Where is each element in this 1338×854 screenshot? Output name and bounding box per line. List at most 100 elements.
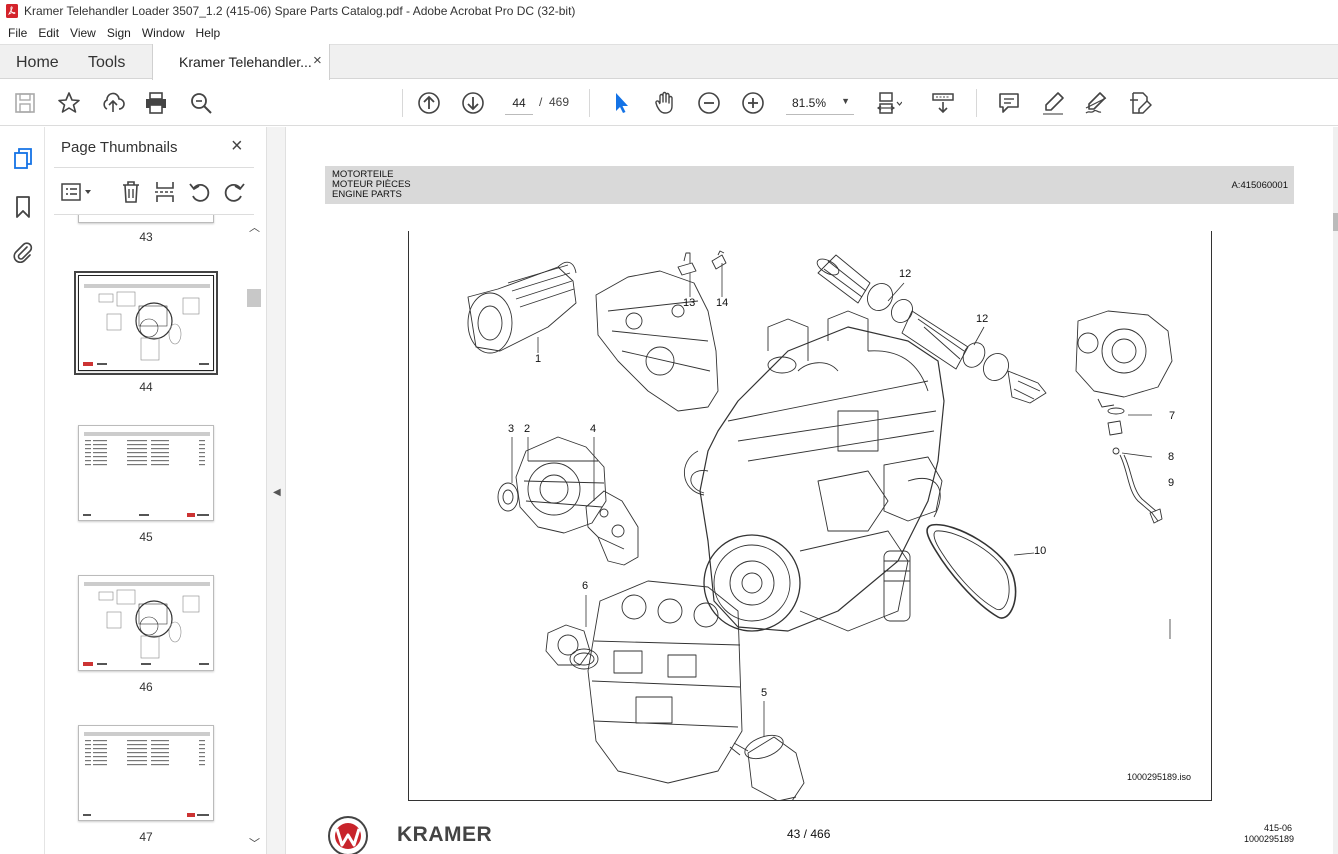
brand-name: KRAMER bbox=[397, 823, 493, 846]
tab-document-label: Kramer Telehandler... bbox=[179, 54, 312, 70]
tab-tools[interactable]: Tools bbox=[88, 54, 125, 72]
drawing-id: 1000295189.iso bbox=[1127, 772, 1192, 782]
document-viewer[interactable]: MOTORTEILE MOTEUR PIÈCES ENGINE PARTS A:… bbox=[287, 127, 1338, 854]
thumbnail-label: 47 bbox=[139, 830, 153, 844]
callout-4: 4 bbox=[590, 423, 597, 435]
scrollbar-thumb[interactable] bbox=[247, 289, 261, 307]
thumbnail-scrollbar[interactable]: ︿ ﹀ bbox=[247, 217, 263, 854]
zoom-value: 81.5% bbox=[792, 96, 827, 110]
next-page-icon[interactable] bbox=[460, 90, 486, 116]
toolbar-divider bbox=[976, 89, 977, 117]
oil-pipe-parts bbox=[1107, 407, 1163, 524]
highlight-pen-icon[interactable] bbox=[1040, 90, 1066, 116]
window-title: Kramer Telehandler Loader 3507_1.2 (415-… bbox=[24, 4, 576, 18]
rotate-right-icon[interactable] bbox=[222, 180, 246, 204]
starter-motor-part bbox=[467, 261, 577, 354]
bookmark-star-icon[interactable] bbox=[56, 90, 82, 116]
extract-page-icon[interactable] bbox=[154, 180, 176, 204]
callout-2: 2 bbox=[524, 423, 531, 435]
save-icon[interactable] bbox=[12, 90, 38, 116]
comment-icon[interactable] bbox=[996, 90, 1022, 116]
edit-pdf-icon[interactable] bbox=[1127, 90, 1153, 116]
page-separator: / bbox=[539, 95, 543, 109]
panel-title: Page Thumbnails bbox=[61, 139, 178, 156]
page-thumbnail-47[interactable] bbox=[78, 725, 214, 821]
engine-block-assembly bbox=[683, 310, 945, 632]
pdf-page: MOTORTEILE MOTEUR PIÈCES ENGINE PARTS A:… bbox=[287, 127, 1333, 854]
turbocharger-part bbox=[1075, 310, 1173, 408]
zoom-search-icon[interactable] bbox=[188, 90, 214, 116]
delete-page-icon[interactable] bbox=[120, 180, 142, 204]
header-code: A:415060001 bbox=[1231, 180, 1288, 191]
tab-document[interactable]: Kramer Telehandler... × bbox=[152, 44, 330, 80]
menu-window[interactable]: Window bbox=[138, 26, 189, 40]
page-thumbnails-icon[interactable] bbox=[12, 147, 34, 171]
menu-sign[interactable]: Sign bbox=[103, 26, 135, 40]
current-page-input[interactable] bbox=[505, 91, 533, 115]
page-thumbnail-44[interactable] bbox=[74, 271, 218, 375]
header-line-en: ENGINE PARTS bbox=[332, 189, 402, 200]
menu-edit[interactable]: Edit bbox=[34, 26, 63, 40]
scroll-down-icon[interactable]: ﹀ bbox=[249, 835, 260, 851]
panel-toolbar bbox=[54, 167, 254, 215]
footer-code: 415-06 bbox=[1264, 823, 1293, 833]
total-pages: 469 bbox=[549, 95, 570, 109]
menu-help[interactable]: Help bbox=[192, 26, 225, 40]
callout-5: 5 bbox=[761, 687, 768, 699]
menu-view[interactable]: View bbox=[66, 26, 100, 40]
page-header: MOTORTEILE MOTEUR PIÈCES ENGINE PARTS A:… bbox=[325, 166, 1294, 204]
zoom-select[interactable]: 81.5% ▼ bbox=[786, 91, 854, 115]
page-thumbnail-43[interactable] bbox=[78, 215, 214, 223]
page-fit-icon[interactable] bbox=[876, 90, 903, 116]
collapse-panel-icon[interactable]: ◀ bbox=[273, 487, 281, 498]
rotate-left-icon[interactable] bbox=[188, 180, 212, 204]
fan-belt-inner bbox=[933, 530, 1010, 611]
callout-13: 13 bbox=[683, 297, 696, 309]
fan-belt-part bbox=[926, 523, 1017, 619]
title-bar: Kramer Telehandler Loader 3507_1.2 (415-… bbox=[0, 0, 1338, 22]
zoom-in-icon[interactable] bbox=[740, 90, 766, 116]
page-thumbnails-panel: Page Thumbnails × 43 44 45 46 47 ︿ ﹀ bbox=[46, 127, 266, 854]
callout-10: 10 bbox=[1034, 545, 1047, 557]
scroll-mode-icon[interactable] bbox=[930, 90, 956, 116]
scroll-up-icon[interactable]: ︿ bbox=[249, 219, 260, 235]
panel-close-icon[interactable]: × bbox=[231, 135, 243, 158]
tab-close-icon[interactable]: × bbox=[313, 52, 322, 69]
hand-tool-icon[interactable] bbox=[652, 90, 678, 116]
menu-file[interactable]: File bbox=[4, 26, 31, 40]
select-cursor-icon[interactable] bbox=[608, 90, 634, 116]
callout-6: 6 bbox=[582, 580, 589, 592]
bookmarks-icon[interactable] bbox=[14, 195, 32, 219]
left-navigation-rail bbox=[0, 127, 45, 854]
mounting-bracket-part bbox=[585, 490, 639, 566]
crankcase-part bbox=[587, 580, 743, 784]
timing-cover-part bbox=[595, 270, 719, 412]
previous-page-icon[interactable] bbox=[416, 90, 442, 116]
callout-8: 8 bbox=[1168, 451, 1175, 463]
toolbar-divider bbox=[589, 89, 590, 117]
scrollbar-thumb[interactable] bbox=[1333, 213, 1338, 231]
main-toolbar bbox=[0, 80, 1338, 126]
thumbnail-label: 45 bbox=[139, 530, 153, 544]
callout-1: 1 bbox=[535, 353, 542, 365]
thumbnail-options-icon[interactable] bbox=[60, 182, 96, 202]
callout-3: 3 bbox=[508, 423, 515, 435]
page-thumbnail-45[interactable] bbox=[78, 425, 214, 521]
thumbnail-label: 46 bbox=[139, 680, 153, 694]
callout-12b: 12 bbox=[976, 313, 989, 325]
fill-sign-icon[interactable] bbox=[1083, 90, 1109, 116]
kramer-logo-icon bbox=[328, 816, 368, 854]
attachments-icon[interactable] bbox=[12, 240, 34, 264]
seal-plate-part bbox=[545, 624, 599, 670]
zoom-out-icon[interactable] bbox=[696, 90, 722, 116]
intake-hose-parts bbox=[816, 254, 1047, 404]
panel-splitter[interactable]: ◀ bbox=[266, 127, 286, 854]
page-number: 43 / 466 bbox=[787, 827, 831, 841]
page-thumbnail-46[interactable] bbox=[78, 575, 214, 671]
thumbnail-list: 43 44 45 46 47 bbox=[46, 215, 246, 854]
upload-cloud-icon[interactable] bbox=[100, 90, 126, 116]
document-scrollbar[interactable] bbox=[1333, 127, 1338, 854]
tab-home[interactable]: Home bbox=[16, 54, 59, 72]
callout-9: 9 bbox=[1168, 477, 1175, 489]
print-icon[interactable] bbox=[143, 90, 169, 116]
